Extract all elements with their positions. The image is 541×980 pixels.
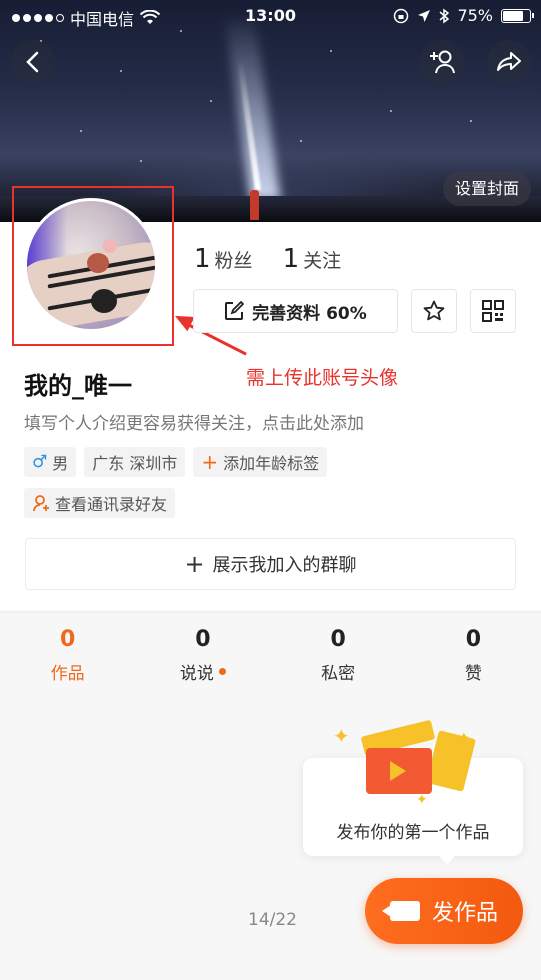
publish-button[interactable]: 发作品 — [365, 878, 523, 944]
video-camera-icon — [381, 901, 420, 921]
tab-works[interactable]: 0 作品 — [0, 613, 135, 692]
sparkle-icon: ✦ — [458, 730, 470, 746]
male-icon: ♂ — [32, 452, 48, 472]
clapperboard-icon — [360, 719, 436, 794]
contacts-icon — [33, 495, 49, 512]
add-age-tag[interactable]: + 添加年龄标签 — [193, 447, 328, 477]
qr-code-button[interactable] — [470, 289, 516, 333]
orientation-lock-icon — [394, 8, 409, 23]
profile-stats: 1 粉丝 1 关注 — [194, 244, 341, 274]
sparkle-icon: ✦ — [416, 792, 428, 808]
following-stat[interactable]: 1 关注 — [283, 244, 342, 274]
status-bar: 中国电信 13:00 75% — [0, 0, 541, 32]
profile-bio[interactable]: 填写个人介绍更容易获得关注，点击此处添加 — [24, 409, 364, 434]
edit-profile-button[interactable]: 完善资料 60% — [193, 289, 398, 333]
share-button[interactable] — [487, 40, 531, 84]
qr-code-icon — [482, 300, 504, 322]
tab-posts-count: 0 — [195, 627, 211, 652]
chevron-left-icon — [26, 51, 39, 73]
location-label: 广东 深圳市 — [92, 454, 178, 473]
tab-posts-label: 说说 — [179, 664, 214, 684]
favorites-button[interactable] — [411, 289, 457, 333]
annotation-box — [12, 186, 174, 346]
battery-icon — [501, 8, 534, 23]
tab-private-count: 0 — [330, 627, 346, 652]
show-group-chats-button[interactable]: + 展示我加入的群聊 — [25, 538, 516, 590]
tip-tail — [438, 855, 456, 865]
tab-likes-count: 0 — [465, 627, 482, 652]
add-friend-button[interactable] — [420, 40, 464, 84]
add-age-label: 添加年龄标签 — [223, 454, 320, 473]
gender-tag[interactable]: ♂ 男 — [24, 447, 77, 477]
tip-text: 发布你的第一个作品 — [336, 823, 490, 843]
tab-likes-label: 赞 — [464, 664, 482, 684]
location-icon — [418, 9, 431, 22]
location-tag[interactable]: 广东 深圳市 — [84, 447, 186, 477]
followers-label: 粉丝 — [214, 250, 253, 272]
following-label: 关注 — [303, 250, 342, 272]
profile-name: 我的_唯一 — [24, 372, 132, 400]
page-number: 14/22 — [248, 910, 297, 930]
share-icon — [497, 52, 521, 71]
plus-icon: + — [201, 450, 219, 474]
bluetooth-icon — [439, 8, 450, 23]
gender-label: 男 — [52, 454, 69, 473]
group-chats-label: 展示我加入的群聊 — [212, 555, 357, 576]
tab-private-label: 私密 — [321, 664, 356, 684]
set-cover-button[interactable]: 设置封面 — [442, 172, 531, 206]
battery-percent: 75% — [457, 6, 493, 25]
back-button[interactable] — [11, 40, 55, 84]
publish-label: 发作品 — [431, 901, 498, 926]
edit-profile-label: 完善资料 60% — [252, 303, 367, 324]
new-dot-badge — [218, 668, 226, 675]
star-icon — [423, 300, 445, 321]
sparkle-icon: ✦ — [333, 724, 350, 748]
edit-icon — [225, 301, 245, 320]
tab-posts[interactable]: 0 说说 — [135, 613, 270, 692]
tab-private[interactable]: 0 私密 — [271, 613, 406, 692]
plus-icon: + — [184, 550, 205, 578]
add-user-icon — [430, 50, 455, 74]
content-tabs: 0 作品 0 说说 0 私密 0 赞 — [0, 612, 541, 692]
contacts-label: 查看通讯录好友 — [55, 495, 168, 514]
following-count: 1 — [282, 244, 300, 274]
tab-works-count: 0 — [59, 627, 76, 652]
tab-likes[interactable]: 0 赞 — [406, 613, 541, 692]
followers-stat[interactable]: 1 粉丝 — [194, 244, 253, 274]
followers-count: 1 — [194, 244, 211, 274]
annotation-text: 需上传此账号头像 — [246, 367, 399, 389]
contacts-tag[interactable]: 查看通讯录好友 — [24, 488, 176, 518]
profile-tags: ♂ 男 广东 深圳市 + 添加年龄标签 — [24, 447, 328, 477]
tab-works-label: 作品 — [50, 664, 85, 684]
